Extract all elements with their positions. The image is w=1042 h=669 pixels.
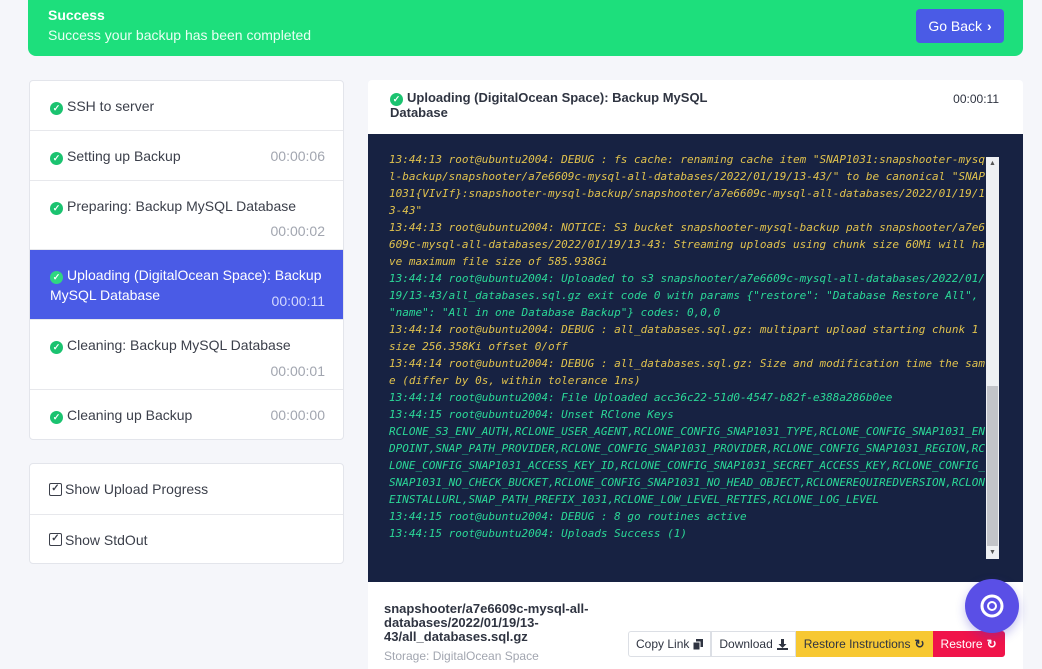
option-label: Show Upload Progress	[65, 481, 209, 497]
check-circle-icon: ✓	[50, 341, 63, 354]
download-icon	[776, 638, 788, 650]
check-circle-icon: ✓	[50, 152, 63, 165]
copy-link-label: Copy Link	[636, 637, 690, 651]
lifebuoy-icon	[980, 594, 1004, 618]
check-circle-icon: ✓	[50, 102, 63, 115]
log-scrollbar[interactable]: ▲ ▼	[986, 157, 999, 559]
step-cleanup[interactable]: ✓ Cleaning up Backup 00:00:00	[30, 390, 343, 439]
log-line: 13:44:14 root@ubuntu2004: DEBUG : all_da…	[389, 357, 986, 387]
step-uploading[interactable]: ✓ Uploading (DigitalOcean Space): Backup …	[30, 250, 343, 320]
copy-link-button[interactable]: Copy Link	[628, 631, 712, 657]
show-stdout-option[interactable]: ✓ Show StdOut	[30, 514, 343, 564]
step-cleaning[interactable]: ✓ Cleaning: Backup MySQL Database 00:00:0…	[30, 320, 343, 390]
checkbox-checked-icon[interactable]: ✓	[49, 533, 62, 546]
restore-instructions-label: Restore Instructions	[803, 637, 911, 651]
panel-title: ✓ Uploading (DigitalOcean Space): Backup …	[390, 90, 708, 120]
show-upload-progress-option[interactable]: ✓ Show Upload Progress	[30, 464, 343, 514]
step-time: 00:00:02	[270, 223, 326, 239]
log-line: 13:44:15 root@ubuntu2004: Unset RClone K…	[389, 408, 674, 421]
panel-time: 00:00:11	[953, 92, 999, 106]
step-time: 00:00:00	[270, 407, 326, 423]
log-line: RCLONE_S3_ENV_AUTH,RCLONE_USER_AGENT,RCL…	[389, 425, 986, 506]
step-detail-panel: ✓ Uploading (DigitalOcean Space): Backup …	[368, 80, 1023, 669]
step-label: Setting up Backup	[67, 148, 181, 164]
checkbox-checked-icon[interactable]: ✓	[49, 482, 62, 496]
log-line: 13:44:14 root@ubuntu2004: File Uploaded …	[389, 391, 893, 404]
copy-icon	[693, 638, 704, 650]
check-circle-icon: ✓	[50, 271, 63, 284]
step-label: Preparing: Backup MySQL Database	[67, 198, 297, 214]
go-back-label: Go Back	[928, 18, 983, 34]
file-name: snapshooter/a7e6609c-mysql-all-databases…	[384, 601, 589, 644]
backup-steps-list: ✓ SSH to server ✓ Setting up Backup 00:00:…	[29, 80, 344, 440]
check-circle-icon: ✓	[50, 411, 63, 424]
check-circle-icon: ✓	[50, 202, 63, 215]
step-time: 00:00:11	[271, 293, 325, 309]
refresh-icon: ↻	[914, 637, 925, 651]
banner-message: Success your backup has been completed	[48, 27, 312, 43]
log-line: 13:44:13 root@ubuntu2004: DEBUG : fs cac…	[389, 153, 986, 217]
step-preparing[interactable]: ✓ Preparing: Backup MySQL Database 00:00:…	[30, 181, 343, 250]
step-time: 00:00:01	[270, 363, 326, 379]
step-ssh[interactable]: ✓ SSH to server	[30, 81, 343, 131]
log-text: 13:44:13 root@ubuntu2004: DEBUG : fs cac…	[389, 151, 986, 542]
help-chat-button[interactable]	[965, 579, 1019, 633]
step-time: 00:00:06	[270, 148, 326, 164]
scroll-thumb[interactable]	[987, 386, 998, 546]
file-actions: Copy Link Download Restore Instructions …	[628, 631, 1005, 657]
log-line: 13:44:14 root@ubuntu2004: DEBUG : all_da…	[389, 323, 986, 353]
download-button[interactable]: Download	[711, 631, 796, 657]
log-output[interactable]: 13:44:13 root@ubuntu2004: DEBUG : fs cac…	[368, 134, 1023, 582]
go-back-button[interactable]: Go Back ›	[916, 9, 1004, 43]
option-label: Show StdOut	[65, 531, 148, 548]
log-line: 13:44:14 root@ubuntu2004: Uploaded to s3…	[389, 272, 986, 319]
chevron-right-icon: ›	[987, 18, 992, 34]
scroll-down-icon[interactable]: ▼	[986, 546, 999, 559]
restore-label: Restore	[940, 637, 983, 651]
step-label: Cleaning: Backup MySQL Database	[67, 337, 291, 353]
step-label: SSH to server	[67, 98, 155, 114]
scroll-up-icon[interactable]: ▲	[986, 157, 999, 170]
storage-label: Storage: DigitalOcean Space	[384, 649, 539, 663]
restore-instructions-button[interactable]: Restore Instructions ↻	[795, 631, 933, 657]
step-label: Cleaning up Backup	[67, 407, 193, 423]
banner-title: Success	[48, 7, 105, 23]
display-options: ✓ Show Upload Progress ✓ Show StdOut	[29, 463, 344, 564]
log-line: 13:44:13 root@ubuntu2004: NOTICE: S3 buc…	[389, 221, 986, 268]
restore-button[interactable]: Restore ↻	[932, 631, 1005, 657]
step-setup[interactable]: ✓ Setting up Backup 00:00:06	[30, 131, 343, 181]
success-banner: Success Success your backup has been com…	[28, 0, 1023, 56]
refresh-icon: ↻	[986, 637, 997, 651]
log-line: 13:44:15 root@ubuntu2004: Uploads Succes…	[389, 527, 688, 540]
download-label: Download	[719, 637, 773, 651]
log-line: 13:44:15 root@ubuntu2004: DEBUG : 8 go r…	[389, 510, 747, 523]
